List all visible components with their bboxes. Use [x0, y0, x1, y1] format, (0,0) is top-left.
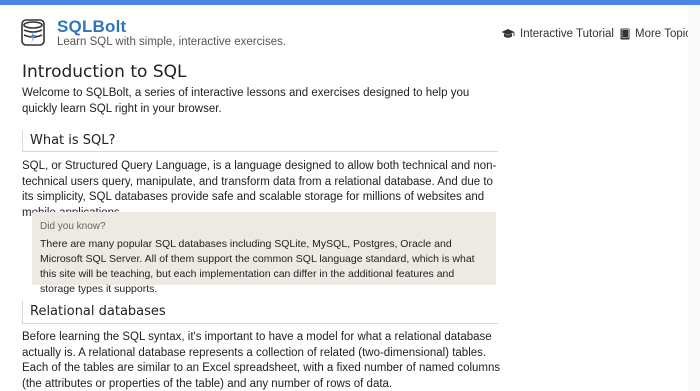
scrollbar[interactable] — [688, 5, 700, 391]
section-divider — [22, 151, 498, 152]
database-logo-icon[interactable] — [21, 19, 45, 46]
book-icon — [620, 28, 630, 40]
section-body: Before learning the SQL syntax, it's imp… — [22, 331, 501, 390]
nav-interactive-tutorial[interactable]: Interactive Tutorial — [501, 28, 614, 40]
nav-more-topics[interactable]: More Topics — [620, 28, 697, 40]
callout-label: Did you know? — [40, 221, 106, 232]
brand-name[interactable]: SQLBolt — [57, 17, 126, 37]
did-you-know-callout: Did you know? There are many popular SQL… — [32, 212, 496, 295]
section-divider — [22, 323, 498, 324]
nav-label: Interactive Tutorial — [520, 28, 614, 40]
section-heading: What is SQL? — [30, 133, 116, 148]
site-header: SQLBolt Learn SQL with simple, interacti… — [0, 5, 700, 55]
section-heading: Relational databases — [30, 304, 166, 319]
tagline: Learn SQL with simple, interactive exerc… — [57, 36, 287, 48]
graduation-cap-icon — [501, 29, 515, 38]
page-title: Introduction to SQL — [22, 62, 187, 82]
callout-text: There are many popular SQL databases inc… — [40, 238, 475, 295]
intro-paragraph: Welcome to SQLBolt, a series of interact… — [22, 87, 470, 115]
